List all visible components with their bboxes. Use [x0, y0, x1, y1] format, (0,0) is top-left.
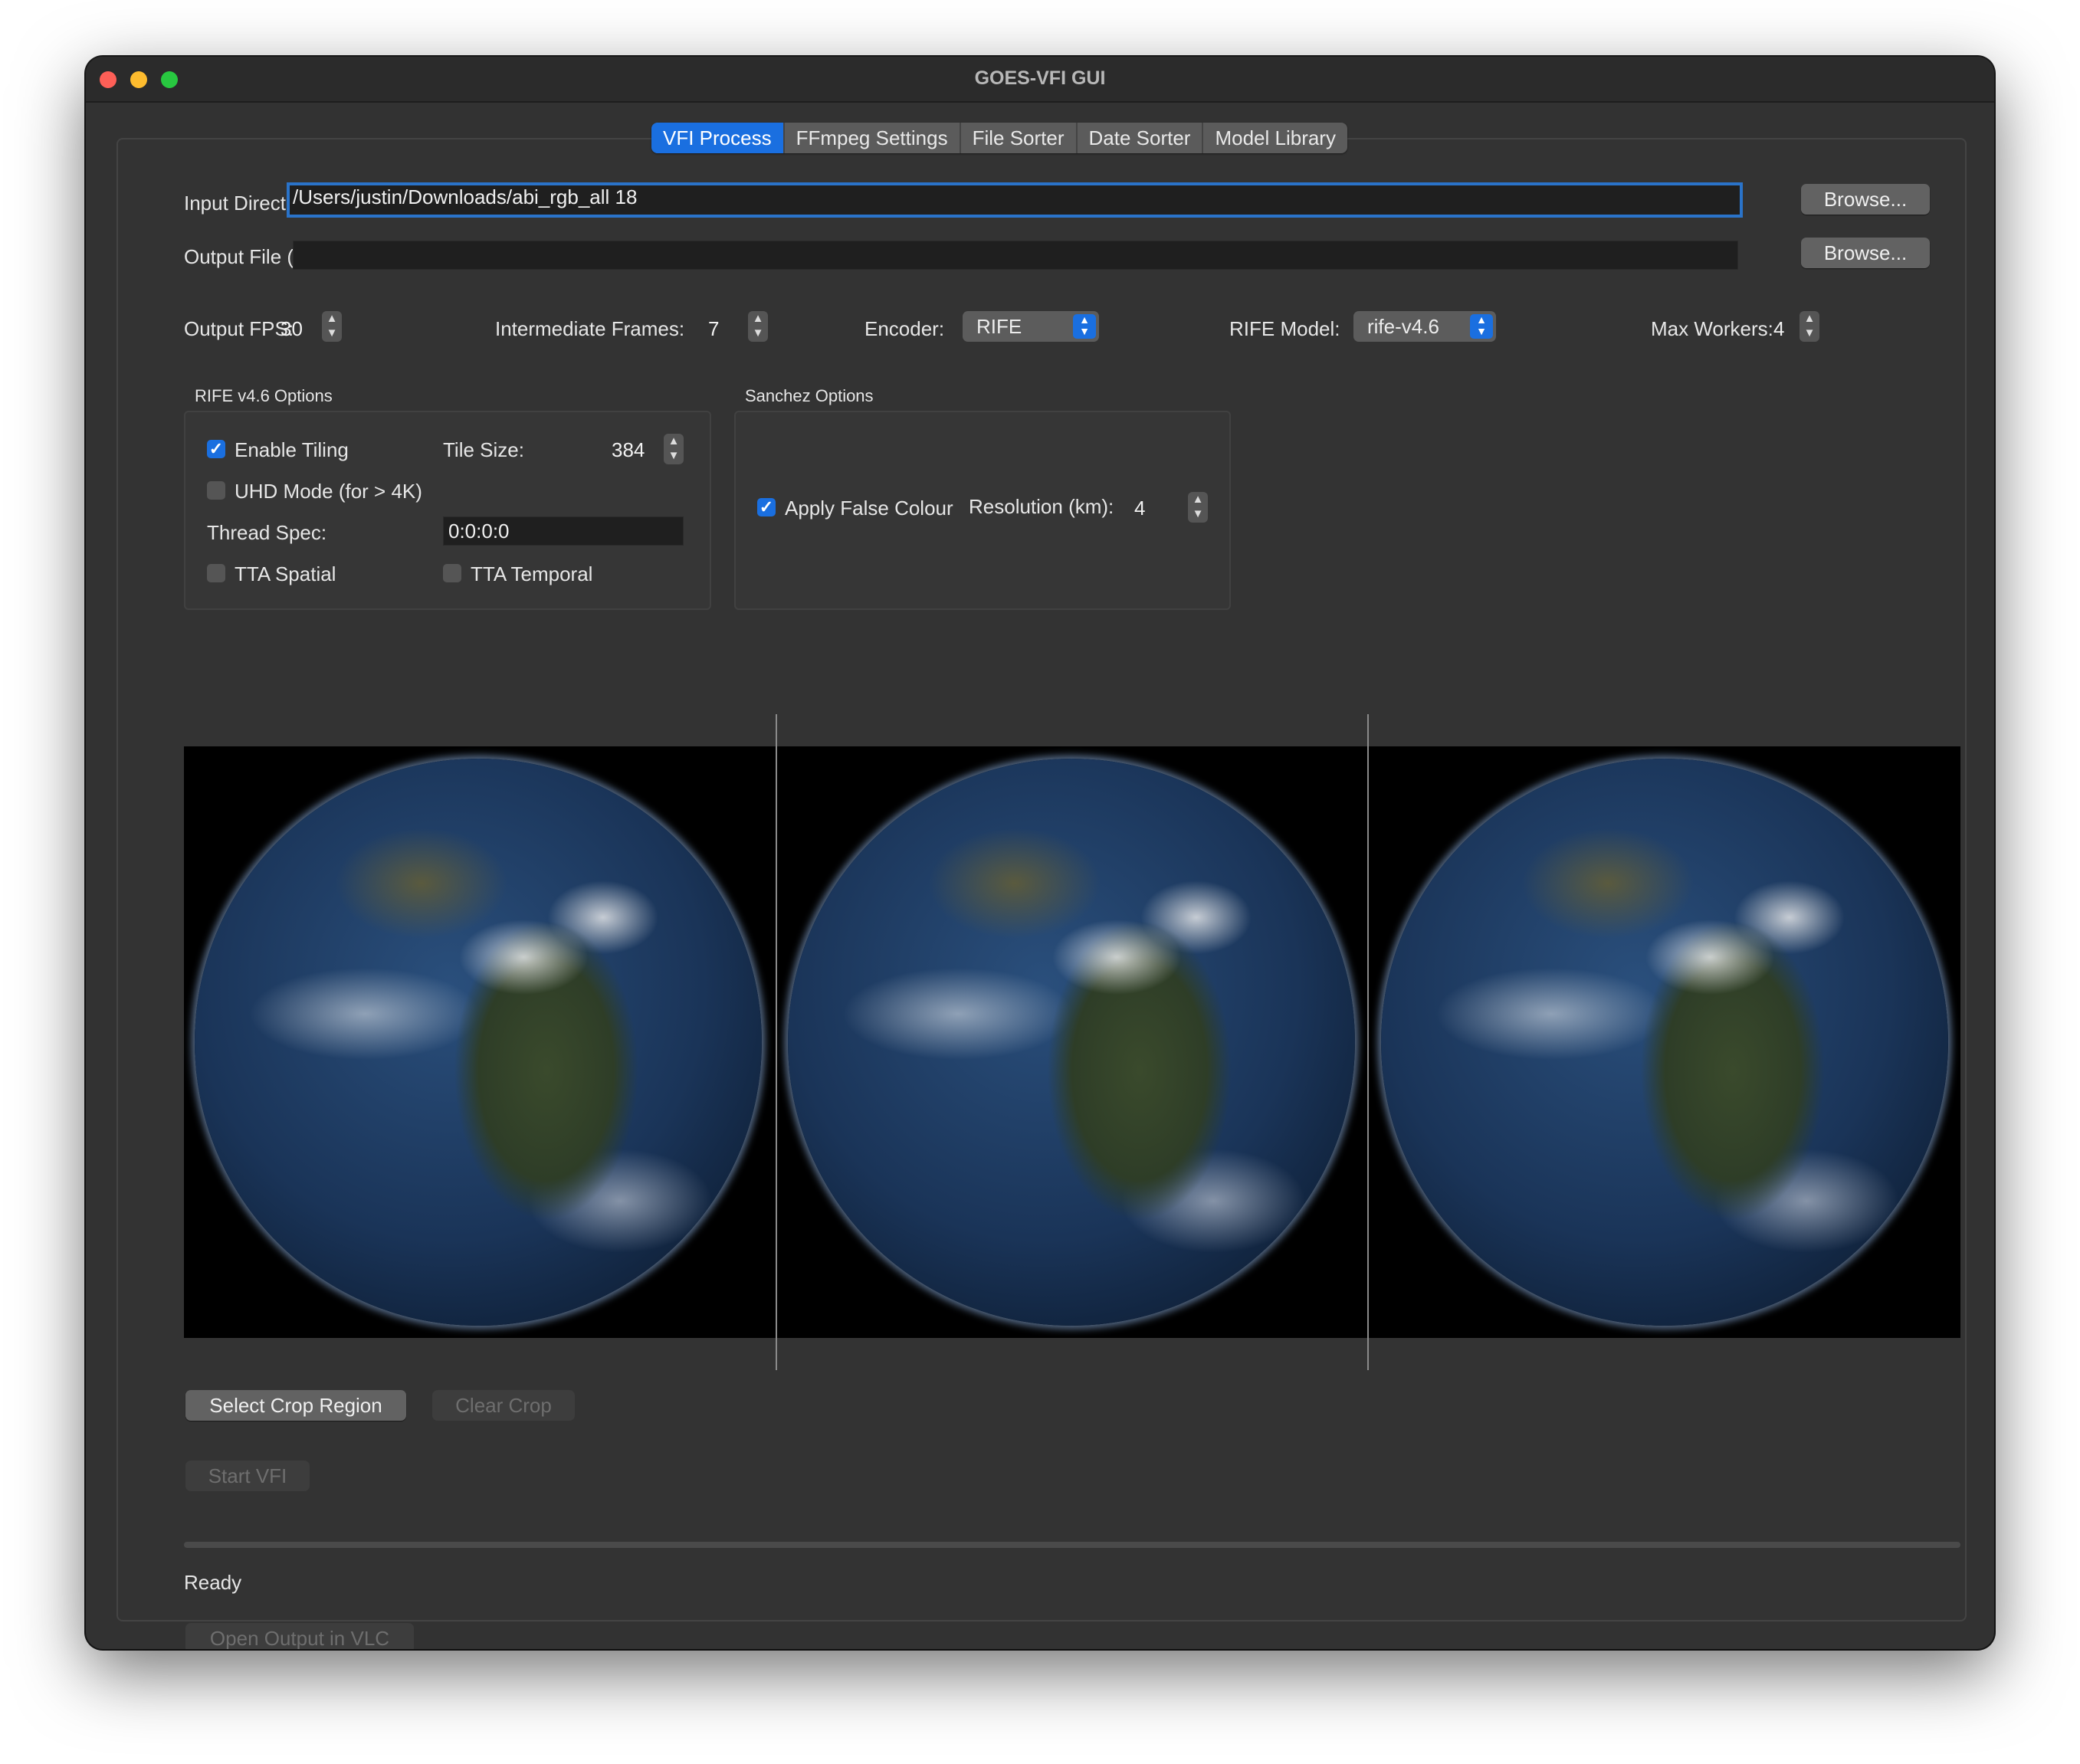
- output-fps-value[interactable]: 30: [281, 317, 303, 341]
- preview-divider: [1367, 714, 1369, 1370]
- resolution-label: Resolution (km):: [969, 495, 1114, 518]
- thread-spec-field[interactable]: 0:0:0:0: [443, 516, 684, 546]
- tile-size-label: Tile Size:: [443, 438, 524, 461]
- sanchez-options-title: Sanchez Options: [745, 386, 874, 405]
- output-fps-label: Output FPS:: [184, 317, 294, 340]
- intermediate-frames-stepper[interactable]: ▲ ▼: [748, 311, 768, 342]
- last-frame-preview[interactable]: [1381, 759, 1948, 1326]
- tile-size-stepper[interactable]: ▲ ▼: [664, 434, 684, 464]
- start-vfi-button[interactable]: Start VFI: [185, 1461, 310, 1491]
- vfi-process-panel: Input Directory: /Users/justin/Downloads…: [116, 138, 1967, 1649]
- progress-bar: [184, 1542, 1960, 1548]
- enable-tiling-label: Enable Tiling: [235, 438, 349, 461]
- up-down-arrows-icon: ▲ ▼: [668, 434, 680, 462]
- apply-false-colour-checkbox[interactable]: ✓: [757, 498, 776, 516]
- tab-bar: VFI Process FFmpeg Settings File Sorter …: [651, 123, 1347, 153]
- preview-divider: [776, 714, 777, 1370]
- resolution-stepper[interactable]: ▲ ▼: [1188, 492, 1208, 523]
- apply-false-colour-label: Apply False Colour: [785, 497, 953, 520]
- rife-model-select[interactable]: rife-v4.6 ▲ ▼: [1353, 311, 1496, 342]
- max-workers-label: Max Workers:: [1651, 317, 1773, 340]
- status-text: Ready: [184, 1571, 242, 1594]
- enable-tiling-checkbox[interactable]: ✓: [207, 440, 225, 458]
- tab-vfi-process[interactable]: VFI Process: [651, 123, 785, 153]
- checkmark-icon: ✓: [208, 439, 224, 458]
- tta-temporal-checkbox[interactable]: [443, 564, 461, 582]
- up-down-arrows-icon: ▲ ▼: [326, 312, 338, 339]
- first-frame-preview[interactable]: [195, 759, 762, 1326]
- tab-file-sorter[interactable]: File Sorter: [961, 123, 1078, 153]
- up-down-arrows-icon: ▲ ▼: [1192, 493, 1204, 520]
- output-browse-button[interactable]: Browse...: [1801, 238, 1930, 268]
- tile-size-value[interactable]: 384: [612, 438, 645, 462]
- preview-strip: [184, 746, 1960, 1338]
- output-fps-stepper[interactable]: ▲ ▼: [322, 311, 342, 342]
- open-output-vlc-button[interactable]: Open Output in VLC: [185, 1623, 414, 1649]
- encoder-select-value: RIFE: [976, 315, 1022, 338]
- tta-temporal-label: TTA Temporal: [471, 562, 593, 585]
- clear-crop-button[interactable]: Clear Crop: [432, 1390, 575, 1421]
- thread-spec-label: Thread Spec:: [207, 521, 327, 544]
- output-file-field[interactable]: [293, 241, 1738, 270]
- sanchez-options-group: ✓ Apply False Colour Resolution (km): 4 …: [734, 411, 1231, 610]
- tab-date-sorter[interactable]: Date Sorter: [1078, 123, 1204, 153]
- rife-options-title: RIFE v4.6 Options: [195, 386, 333, 405]
- max-workers-stepper[interactable]: ▲ ▼: [1799, 311, 1819, 342]
- rife-model-label: RIFE Model:: [1229, 317, 1340, 340]
- max-workers-value[interactable]: 4: [1773, 317, 1784, 341]
- encoder-select[interactable]: RIFE ▲ ▼: [963, 311, 1099, 342]
- up-down-arrows-icon: ▲ ▼: [1803, 312, 1816, 339]
- app-window: GOES-VFI GUI VFI Process FFmpeg Settings…: [86, 57, 1994, 1649]
- chevron-up-down-icon: ▲ ▼: [1073, 314, 1096, 339]
- uhd-mode-label: UHD Mode (for > 4K): [235, 480, 422, 503]
- rife-model-select-value: rife-v4.6: [1367, 315, 1439, 338]
- select-crop-region-button[interactable]: Select Crop Region: [185, 1390, 406, 1421]
- intermediate-frames-value[interactable]: 7: [708, 317, 719, 341]
- uhd-mode-checkbox[interactable]: [207, 481, 225, 500]
- tab-ffmpeg-settings[interactable]: FFmpeg Settings: [785, 123, 961, 153]
- tab-model-library[interactable]: Model Library: [1203, 123, 1347, 153]
- resolution-value[interactable]: 4: [1134, 497, 1145, 520]
- chevron-up-down-icon: ▲ ▼: [1470, 314, 1493, 339]
- tta-spatial-checkbox[interactable]: [207, 564, 225, 582]
- input-directory-field[interactable]: /Users/justin/Downloads/abi_rgb_all 18: [287, 182, 1743, 218]
- tta-spatial-label: TTA Spatial: [235, 562, 336, 585]
- intermediate-frames-label: Intermediate Frames:: [495, 317, 685, 340]
- rife-options-group: ✓ Enable Tiling Tile Size: 384 ▲ ▼ UHD Mo…: [184, 411, 711, 610]
- input-browse-button[interactable]: Browse...: [1801, 184, 1930, 215]
- checkmark-icon: ✓: [759, 497, 774, 516]
- middle-frame-preview[interactable]: [788, 759, 1355, 1326]
- up-down-arrows-icon: ▲ ▼: [752, 312, 764, 339]
- window-title: GOES-VFI GUI: [974, 67, 1106, 89]
- encoder-label: Encoder:: [864, 317, 945, 340]
- title-bar: GOES-VFI GUI: [86, 57, 1994, 103]
